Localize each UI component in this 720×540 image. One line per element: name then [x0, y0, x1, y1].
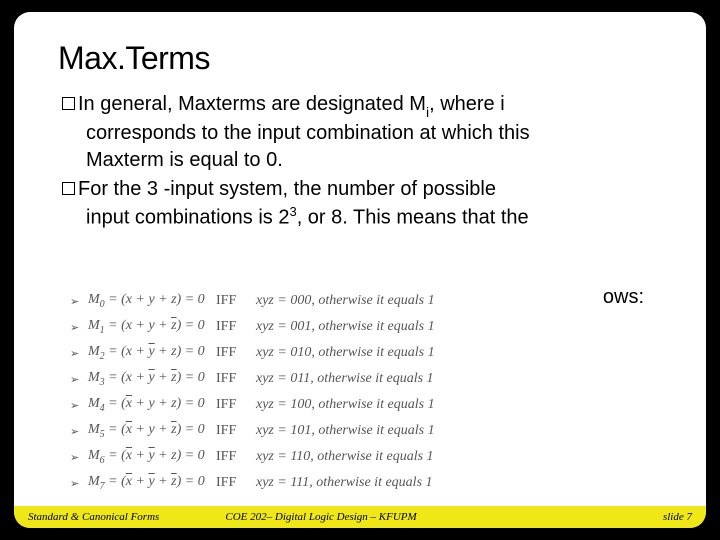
- slide-title: Max.Terms: [58, 40, 666, 77]
- maxterm-row: ➢M5 = (x + y + z) = 0IFFxyz = 101, other…: [70, 418, 670, 444]
- maxterm-condition: xyz = 011, otherwise it equals 1: [256, 371, 670, 387]
- footer-right: slide 7: [584, 511, 692, 523]
- maxterm-condition: xyz = 101, otherwise it equals 1: [256, 423, 670, 439]
- maxterm-expr: M0 = (x + y + z) = 0: [88, 292, 216, 310]
- maxterm-condition: xyz = 110, otherwise it equals 1: [256, 449, 670, 465]
- maxterm-row: ➢M1 = (x + y + z) = 0IFFxyz = 001, other…: [70, 314, 670, 340]
- maxterm-row: ➢M6 = (x + y + z) = 0IFFxyz = 110, other…: [70, 444, 670, 470]
- arrow-icon: ➢: [70, 399, 88, 412]
- p1-line3: Maxterm is equal to 0.: [62, 147, 666, 174]
- maxterm-condition: xyz = 000, otherwise it equals 1: [256, 293, 670, 309]
- paragraph-2: For the 3 -input system, the number of p…: [62, 176, 666, 232]
- p2-sup: 3: [289, 204, 296, 219]
- iff-label: IFF: [216, 371, 256, 387]
- maxterm-row: ➢M7 = (x + y + z) = 0IFFxyz = 111, other…: [70, 470, 670, 496]
- maxterm-condition: xyz = 100, otherwise it equals 1: [256, 397, 670, 413]
- arrow-icon: ➢: [70, 373, 88, 386]
- iff-label: IFF: [216, 293, 256, 309]
- iff-label: IFF: [216, 345, 256, 361]
- p2-l2a: input combinations is 2: [86, 207, 289, 229]
- maxterm-condition: xyz = 010, otherwise it equals 1: [256, 345, 670, 361]
- body-text: In general, Maxterms are designated Mi, …: [58, 91, 666, 232]
- arrow-icon: ➢: [70, 347, 88, 360]
- maxterm-expr: M1 = (x + y + z) = 0: [88, 318, 216, 336]
- iff-label: IFF: [216, 319, 256, 335]
- footer-mid: COE 202– Digital Logic Design – KFUPM: [225, 511, 584, 523]
- maxterm-expr: M3 = (x + y + z) = 0: [88, 370, 216, 388]
- iff-label: IFF: [216, 449, 256, 465]
- slide-footer: Standard & Canonical Forms COE 202– Digi…: [14, 506, 706, 528]
- maxterm-expr: M7 = (x + y + z) = 0: [88, 474, 216, 492]
- square-bullet-icon: [62, 182, 75, 195]
- arrow-icon: ➢: [70, 295, 88, 308]
- maxterm-expr: M6 = (x + y + z) = 0: [88, 448, 216, 466]
- p2-lead: For the 3 -input system, the number of p…: [78, 178, 496, 200]
- maxterm-expr: M5 = (x + y + z) = 0: [88, 422, 216, 440]
- maxterm-list: ➢M0 = (x + y + z) = 0IFFxyz = 000, other…: [70, 288, 670, 496]
- maxterm-row: ➢M4 = (x + y + z) = 0IFFxyz = 100, other…: [70, 392, 670, 418]
- p1-sub: i: [426, 104, 429, 120]
- footer-left: Standard & Canonical Forms: [28, 511, 225, 523]
- maxterm-expr: M4 = (x + y + z) = 0: [88, 396, 216, 414]
- paragraph-1: In general, Maxterms are designated Mi, …: [62, 91, 666, 174]
- iff-label: IFF: [216, 423, 256, 439]
- slide-card: Max.Terms In general, Maxterms are desig…: [14, 12, 706, 528]
- maxterm-row: ➢M3 = (x + y + z) = 0IFFxyz = 011, other…: [70, 366, 670, 392]
- maxterm-row: ➢M2 = (x + y + z) = 0IFFxyz = 010, other…: [70, 340, 670, 366]
- arrow-icon: ➢: [70, 425, 88, 438]
- maxterm-row: ➢M0 = (x + y + z) = 0IFFxyz = 000, other…: [70, 288, 670, 314]
- square-bullet-icon: [62, 97, 75, 110]
- maxterm-condition: xyz = 111, otherwise it equals 1: [256, 475, 670, 491]
- p1-tail1: , where i: [429, 93, 505, 115]
- p1-lead: In general, Maxterms are designated M: [78, 93, 426, 115]
- arrow-icon: ➢: [70, 451, 88, 464]
- p2-l2b: , or 8. This means that the: [297, 207, 529, 229]
- arrow-icon: ➢: [70, 477, 88, 490]
- iff-label: IFF: [216, 475, 256, 491]
- iff-label: IFF: [216, 397, 256, 413]
- arrow-icon: ➢: [70, 321, 88, 334]
- p1-line2: corresponds to the input combination at …: [62, 120, 666, 147]
- p2-line2: input combinations is 23, or 8. This mea…: [62, 203, 666, 232]
- maxterm-condition: xyz = 001, otherwise it equals 1: [256, 319, 670, 335]
- maxterm-expr: M2 = (x + y + z) = 0: [88, 344, 216, 362]
